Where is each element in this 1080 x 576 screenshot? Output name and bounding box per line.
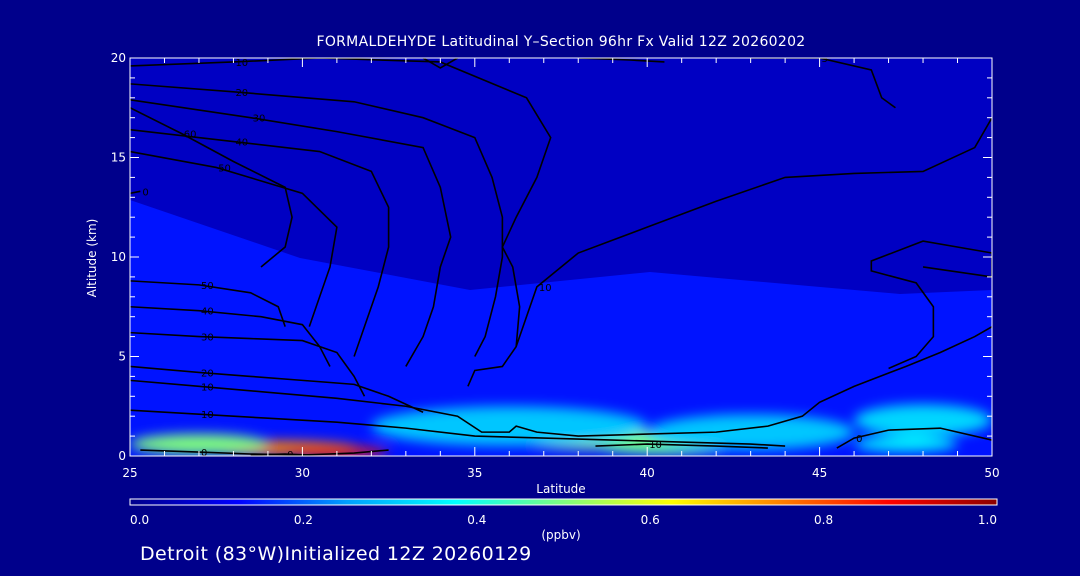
x-tick-label: 50 [984,466,999,480]
colorbar-tick-label: 0.0 [130,513,149,527]
colorbar-tick-label: 0.2 [294,513,313,527]
contour-label: 10 [201,382,214,393]
y-tick-label: 0 [118,449,126,463]
contour-label: 30 [253,114,266,125]
y-tick-label: 10 [111,250,126,264]
contour-label: 20 [201,368,214,379]
x-tick-label: 25 [122,466,137,480]
colorbar-tick-label: 0.6 [641,513,660,527]
chart-canvas: 0 010102030405060504030201010500010 25 30 3… [111,51,1000,527]
contour-label: 0 [142,187,148,198]
contour-label: 10 [235,58,248,69]
contour-label: 10 [649,440,662,451]
contour-label: 40 [235,138,248,149]
x-tick-label: 40 [640,466,655,480]
x-tick-label: 30 [295,466,310,480]
contour-label: 0 [994,273,1000,284]
contour-label: 5 [822,54,828,65]
contour-label: 30 [201,333,214,344]
y-tick-label: 5 [118,350,126,364]
field-blob [854,404,992,437]
colorbar-gradient [129,498,998,506]
contour-label: 10 [539,283,552,294]
colorbar: 0.0 0.2 0.4 0.6 0.8 1.0 [129,498,998,527]
y-tick-label: 15 [111,151,126,165]
colorbar-tick-label: 0.8 [814,513,833,527]
contour-label: 60 [184,130,197,141]
colorbar-tick-label: 0.4 [467,513,486,527]
contour-label: 50 [218,163,231,174]
x-tick-label: 45 [812,466,827,480]
contour-label: 20 [235,88,248,99]
field-blob [854,436,958,453]
contour-line [250,453,310,456]
contour-label: 0 [201,448,207,459]
contour-label: 0 [856,434,862,445]
contour-label: 40 [201,307,214,318]
contour-label: 50 [201,281,214,292]
colorbar-tick-label: 1.0 [978,513,997,527]
x-tick-label: 35 [467,466,482,480]
contour-label: 10 [201,410,214,421]
y-tick-label: 20 [111,51,126,65]
